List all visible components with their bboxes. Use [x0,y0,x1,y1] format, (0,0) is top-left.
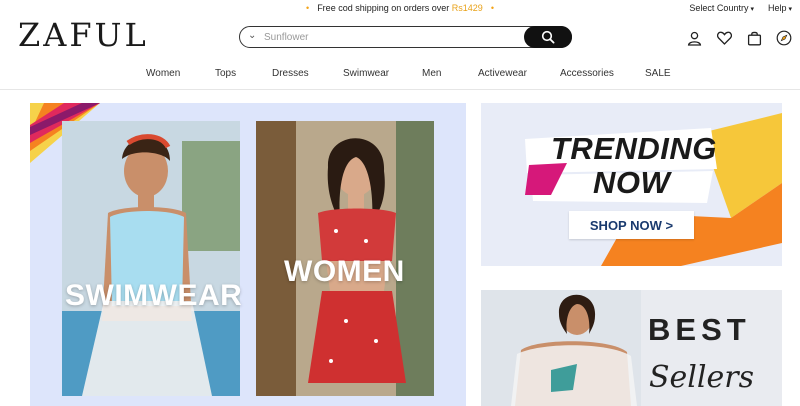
help-label: Help [767,3,787,13]
top-right-links: Select Country ▾ Help ▾ [689,3,792,13]
promo-amount: Rs1429 [451,3,483,13]
nav-item-swimwear[interactable]: Swimwear [343,68,389,79]
nav-item-tops[interactable]: Tops [215,68,236,79]
promo-bar: • Free cod shipping on orders over Rs1429… [0,0,800,17]
search-button[interactable] [524,26,572,48]
search-icon [541,30,555,44]
select-country-dropdown[interactable]: Select Country ▾ [689,3,754,13]
trending-title-line1: TRENDING [551,131,717,166]
nav-item-dresses[interactable]: Dresses [272,68,309,79]
trending-title-line2: NOW [593,165,671,200]
nav-item-sale[interactable]: SALE [645,68,671,79]
chevron-down-icon: ▾ [788,6,792,13]
search-scope-chevron-icon[interactable]: ⌄ [248,30,256,41]
header-icons [686,30,792,46]
swimwear-model-photo[interactable] [62,121,240,396]
women-banner-title: WOMEN [284,255,405,288]
search-input[interactable] [264,30,514,44]
nav-item-activewear[interactable]: Activewear [478,68,527,79]
site-logo[interactable]: ZAFUL [18,16,149,54]
user-icon[interactable] [686,30,702,46]
best-sellers-banner[interactable]: BEST Sellers [481,290,782,406]
shop-now-button[interactable]: SHOP NOW > [569,211,694,239]
nav-item-men[interactable]: Men [422,68,441,79]
promo-message: • Free cod shipping on orders over Rs1429… [0,3,800,13]
search-bar: ⌄ [239,26,572,48]
compass-icon[interactable] [776,30,792,46]
nav-item-accessories[interactable]: Accessories [560,68,614,79]
best-sellers-title-line1: BEST [648,312,751,347]
promo-dot-right: • [490,3,494,13]
heart-icon[interactable] [716,30,732,46]
swimwear-banner-title: SWIMWEAR [65,279,243,312]
help-dropdown[interactable]: Help ▾ [768,3,792,13]
bag-icon[interactable] [746,30,762,46]
select-country-label: Select Country [689,3,749,13]
nav-item-women[interactable]: Women [146,68,180,79]
promo-text: Free cod shipping on orders over [317,3,450,13]
promo-dot-left: • [306,3,310,13]
swimwear-model-illustration [62,121,240,396]
header-divider [0,89,800,90]
chevron-down-icon: ▾ [750,6,754,13]
trending-now-banner[interactable]: TRENDING NOW SHOP NOW > [481,103,782,266]
main-nav: Women Tops Dresses Swimwear Men Activewe… [0,68,800,88]
swim-women-banner[interactable]: SWIMWEAR WOMEN [30,103,466,406]
best-sellers-title-line2: Sellers [649,360,754,395]
